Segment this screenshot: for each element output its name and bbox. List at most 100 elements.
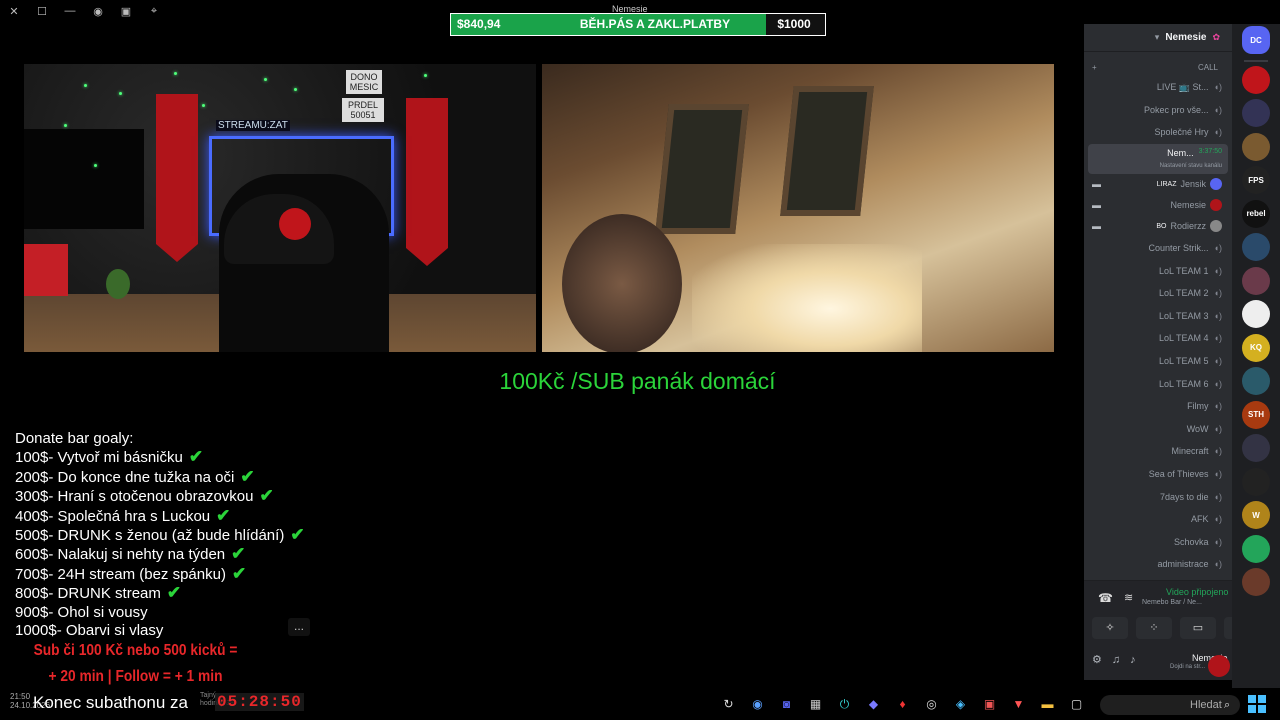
voice-user[interactable]: ▬ Nemesie (1084, 195, 1232, 216)
server-label: rebel (1246, 209, 1266, 218)
donate-title: Donate bar goaly: (15, 430, 134, 447)
mic-icon[interactable]: ♪ (1130, 654, 1136, 666)
server-separator (1244, 59, 1268, 62)
close-window-icon[interactable]: ✕ (0, 5, 28, 18)
steam-alt-icon[interactable]: ◈ (948, 693, 973, 715)
cpu-icon[interactable]: ▦ (803, 693, 828, 715)
voice-channel[interactable]: LoL TEAM 4 ◖) (1084, 327, 1232, 350)
folder-icon[interactable]: ▬ (1035, 693, 1060, 715)
discord-server-header[interactable]: ▾ Nemesie ✿ (1084, 24, 1232, 52)
headphones-icon[interactable]: ♫ (1112, 654, 1120, 666)
kick-icon[interactable]: ◆ (861, 693, 886, 715)
pin-icon[interactable]: ♦ (890, 693, 915, 715)
add-channel-icon[interactable]: + (1092, 63, 1097, 72)
donate-goals: Donate bar goaly: 100$- Vytvoř mi básnič… (15, 430, 305, 640)
settings-icon[interactable]: ⚙ (1092, 653, 1102, 666)
pin-window-icon[interactable]: ⌖ (140, 5, 168, 18)
server-sth-icon[interactable]: STH (1242, 400, 1270, 429)
obs-icon[interactable]: ◎ (919, 693, 944, 715)
server-kq-icon[interactable]: KQ (1242, 333, 1270, 362)
apps-button[interactable]: ⁘ (1136, 617, 1172, 639)
discord-icon[interactable]: ◙ (774, 693, 799, 715)
server-red-icon[interactable] (1242, 65, 1270, 94)
voice-channel[interactable]: Filmy ◖) (1084, 395, 1232, 418)
discord-active-channel[interactable]: Nem... 3:37:50 Nastavení stavu kanálu (1088, 143, 1228, 174)
server-tower-icon[interactable] (1242, 434, 1270, 462)
voice-channel[interactable]: Společné Hry ◖) (1084, 121, 1232, 144)
voice-channel[interactable]: administrace ◖) (1084, 553, 1232, 576)
power-icon[interactable]: ⏻ (832, 693, 857, 715)
server-label: DC (1250, 35, 1262, 45)
voice-channel-icon: ◖) (1213, 491, 1222, 502)
voice-channel-icon: ◖) (1213, 559, 1222, 570)
taskbar-search[interactable]: Hledat ⌕ (1100, 695, 1240, 715)
voice-user[interactable]: ▬ BO Rodierzz (1084, 216, 1232, 237)
voice-channel[interactable]: LoL TEAM 6 ◖) (1084, 372, 1232, 395)
server-hero-icon[interactable] (1242, 233, 1270, 261)
windows-start-icon[interactable] (1248, 695, 1266, 713)
server-horde-icon[interactable] (1242, 132, 1270, 161)
neon-text: STREAMU:ZAT (216, 120, 290, 131)
checkmark-icon: ✔ (259, 486, 274, 506)
discord-category[interactable]: + CALL (1084, 58, 1232, 76)
voice-channel-icon: ◖) (1213, 536, 1222, 547)
server-spiral-icon[interactable] (1242, 467, 1270, 496)
user-tag: BO (1156, 222, 1167, 230)
horde-banner-left (156, 94, 198, 262)
discord-home-icon[interactable]: DC (1242, 26, 1270, 54)
gift-box (24, 244, 68, 296)
active-channel-time: 3:37:50 (1198, 148, 1222, 156)
channel-label: LoL TEAM 3 (1159, 310, 1209, 321)
minimize-window-icon[interactable]: — (56, 5, 84, 17)
voice-channel[interactable]: WoW ◖) (1084, 418, 1232, 441)
screen-icon[interactable]: ▣ (112, 5, 140, 18)
donate-goal-item: 600$- Nalakuj si nehty na týden ✔ (15, 545, 305, 564)
voice-user[interactable]: ▬ LIRAZ Jensik (1084, 174, 1232, 195)
channel-label: Pokec pro vše... (1144, 104, 1209, 115)
avatar (1210, 220, 1222, 233)
voice-channel[interactable]: Counter Strik... ◖) (1084, 237, 1232, 260)
noise-icon[interactable]: ≋ (1124, 591, 1133, 604)
server-green-icon[interactable] (1242, 534, 1270, 563)
donate-goal-text: 700$- 24H stream (bez spánku) (15, 565, 226, 583)
voice-channel[interactable]: Minecraft ◖) (1084, 440, 1232, 463)
voice-channel[interactable]: LoL TEAM 3 ◖) (1084, 305, 1232, 328)
voice-channel[interactable]: LoL TEAM 2 ◖) (1084, 282, 1232, 305)
server-face-icon[interactable] (1242, 568, 1270, 596)
voice-channel[interactable]: Pokec pro vše... ◖) (1084, 99, 1232, 122)
voice-channel[interactable]: LoL TEAM 1 ◖) (1084, 259, 1232, 282)
screen-share-button[interactable]: ▭ (1180, 617, 1216, 639)
subathon-rules: Sub či 100 Kč nebo 500 kicků = + 20 min … (28, 638, 243, 690)
help-icon[interactable]: ◉ (84, 5, 112, 18)
brave-icon[interactable]: ▼ (1006, 693, 1031, 715)
voice-channel[interactable]: LoL TEAM 5 ◖) (1084, 350, 1232, 373)
voice-user-name: Jensik (1180, 179, 1206, 190)
server-fps-icon[interactable]: FPS (1242, 166, 1270, 194)
more-options-button[interactable]: ... (288, 618, 310, 636)
channel-label: WoW (1186, 423, 1209, 434)
server-ring-icon[interactable] (1242, 99, 1270, 127)
voice-channel[interactable]: LIVE 📺 St... ◖) (1084, 76, 1232, 99)
server-yk-icon[interactable] (1242, 300, 1270, 328)
donate-goal-item: 700$- 24H stream (bez spánku) ✔ (15, 564, 305, 584)
server-wolf-icon[interactable] (1242, 367, 1270, 395)
channel-label: LoL TEAM 4 (1159, 333, 1209, 344)
voice-channel[interactable]: AFK ◖) (1084, 508, 1232, 531)
maximize-window-icon[interactable]: ☐ (28, 5, 56, 18)
refresh-icon[interactable]: ↻ (716, 693, 741, 715)
hangup-icon[interactable]: ☎ (1098, 591, 1113, 605)
window-icon[interactable]: ▢ (1064, 693, 1089, 715)
media-icon[interactable]: ▣ (977, 693, 1002, 715)
voice-channel[interactable]: Schovka ◖) (1084, 531, 1232, 554)
voice-channel[interactable]: Sea of Thieves ◖) (1084, 463, 1232, 486)
server-wow-icon[interactable]: W (1242, 501, 1270, 529)
server-label: FPS (1248, 175, 1264, 185)
server-rebel-icon[interactable]: rebel (1242, 199, 1270, 228)
channel-label: LoL TEAM 1 (1159, 265, 1209, 276)
activity-button[interactable]: ✧ (1092, 617, 1128, 639)
steam-icon[interactable]: ◉ (745, 693, 770, 715)
voice-channel[interactable]: 7days to die ◖) (1084, 485, 1232, 508)
server-girls-icon[interactable] (1242, 266, 1270, 295)
user-avatar[interactable] (1208, 655, 1230, 677)
server-label: KQ (1250, 343, 1262, 352)
